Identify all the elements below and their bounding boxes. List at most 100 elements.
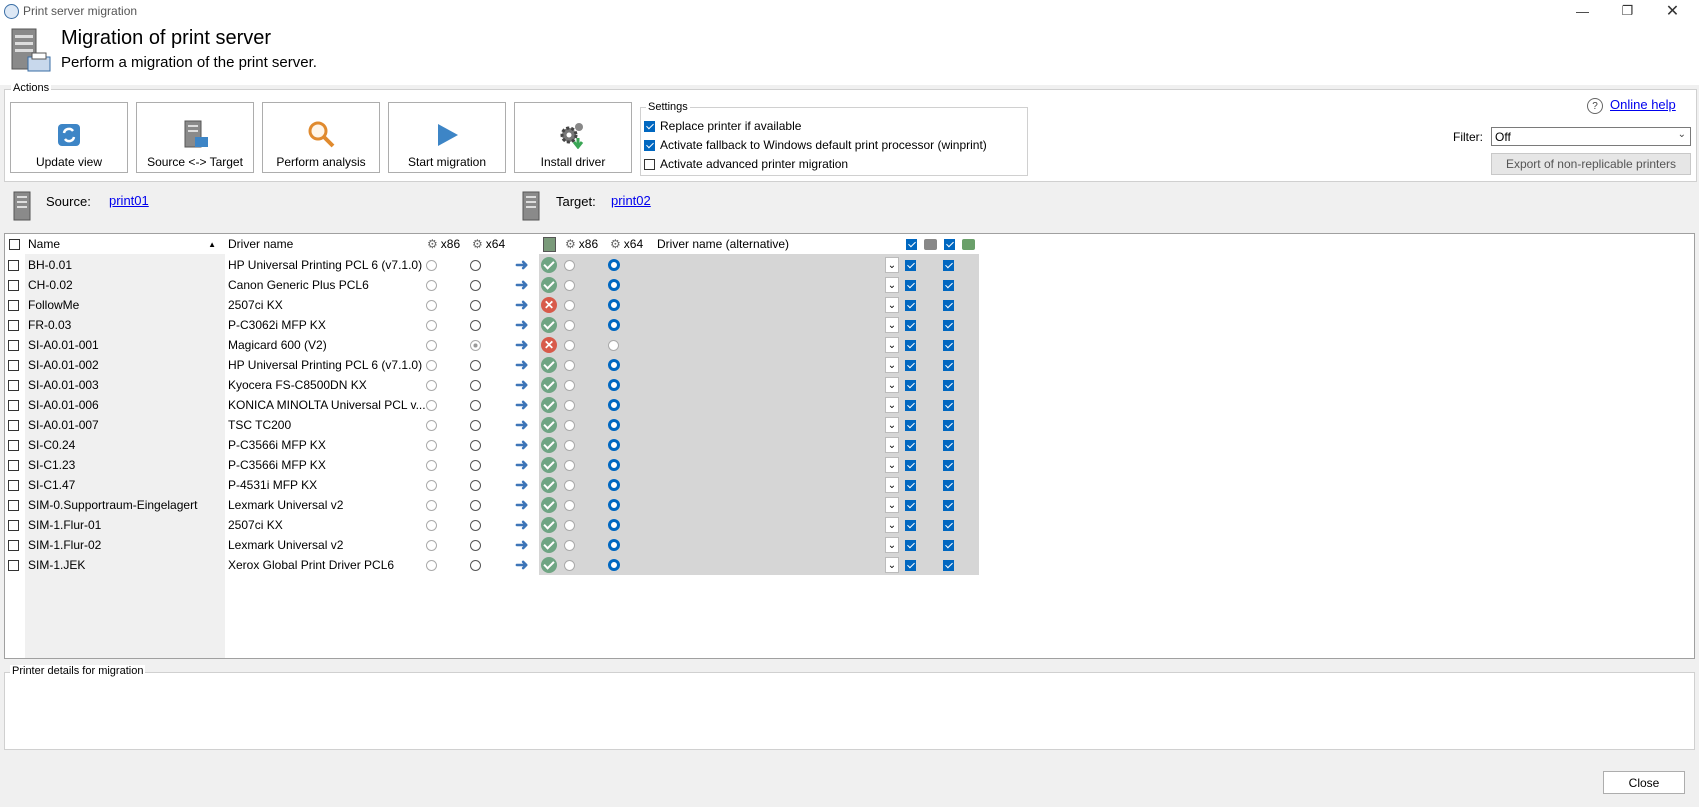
x86-radio[interactable]: [426, 399, 437, 411]
target-x86-radio[interactable]: [564, 539, 575, 551]
target-x64-radio[interactable]: [608, 359, 620, 371]
table-row[interactable]: SIM-0.Supportraum-Eingelagert Lexmark Uni…: [5, 495, 980, 515]
row-select-cell[interactable]: [8, 435, 19, 455]
alt-driver-dropdown[interactable]: ⌄: [885, 537, 899, 553]
target-x64-radio-cell[interactable]: [608, 535, 620, 555]
alt-driver-dropdown[interactable]: ⌄: [885, 297, 899, 313]
option-b-checkbox[interactable]: [943, 519, 954, 531]
replace-printer-option[interactable]: Replace printer if available: [644, 119, 801, 133]
row-select-cell[interactable]: [8, 315, 19, 335]
target-x64-radio[interactable]: [608, 319, 620, 331]
column-header-alt-driver[interactable]: Driver name (alternative): [657, 236, 789, 252]
x86-radio[interactable]: [426, 479, 437, 491]
option-b-cell[interactable]: [943, 315, 954, 335]
option-a-cell[interactable]: [905, 515, 916, 535]
target-x64-radio[interactable]: [608, 459, 620, 471]
x64-radio-cell[interactable]: [470, 335, 481, 355]
alt-driver-dropdown[interactable]: ⌄: [885, 477, 899, 493]
alt-driver-dropdown[interactable]: ⌄: [885, 277, 899, 293]
row-select-cell[interactable]: [8, 515, 19, 535]
source-server-link[interactable]: print01: [109, 193, 149, 208]
option-a-cell[interactable]: [905, 475, 916, 495]
target-x86-radio-cell[interactable]: [564, 395, 575, 415]
fallback-checkbox[interactable]: [644, 139, 655, 151]
row-checkbox[interactable]: [8, 399, 19, 411]
x64-radio-cell[interactable]: [470, 435, 481, 455]
option-a-cell[interactable]: [905, 395, 916, 415]
x86-radio-cell[interactable]: [426, 355, 437, 375]
option-a-checkbox[interactable]: [905, 299, 916, 311]
table-row[interactable]: SI-A0.01-002 HP Universal Printing PCL 6 …: [5, 355, 980, 375]
target-x86-radio[interactable]: [564, 259, 575, 271]
row-select-cell[interactable]: [8, 275, 19, 295]
alt-driver-dropdown[interactable]: ⌄: [885, 437, 899, 453]
target-x64-radio-cell[interactable]: [608, 375, 620, 395]
x86-radio-cell[interactable]: [426, 375, 437, 395]
target-x86-radio[interactable]: [564, 419, 575, 431]
x86-radio[interactable]: [426, 559, 437, 571]
option-a-cell[interactable]: [905, 275, 916, 295]
row-select-cell[interactable]: [8, 535, 19, 555]
option-b-checkbox[interactable]: [943, 399, 954, 411]
row-checkbox[interactable]: [8, 339, 19, 351]
target-x64-radio-cell[interactable]: [608, 395, 620, 415]
target-x64-radio[interactable]: [608, 499, 620, 511]
option-b-checkbox[interactable]: [943, 459, 954, 471]
target-x86-radio-cell[interactable]: [564, 495, 575, 515]
option-a-cell[interactable]: [905, 535, 916, 555]
target-x64-radio[interactable]: [608, 399, 620, 411]
target-x64-radio-cell[interactable]: [608, 255, 620, 275]
row-select-cell[interactable]: [8, 255, 19, 275]
x64-radio[interactable]: [470, 379, 481, 391]
x64-radio-cell[interactable]: [470, 455, 481, 475]
x86-radio[interactable]: [426, 259, 437, 271]
x86-radio-cell[interactable]: [426, 415, 437, 435]
alt-driver-dropdown[interactable]: ⌄: [885, 257, 899, 273]
option-b-cell[interactable]: [943, 335, 954, 355]
table-row[interactable]: SI-A0.01-007 TSC TC200 ➜ ⌄: [5, 415, 980, 435]
row-select-cell[interactable]: [8, 555, 19, 575]
target-x86-radio[interactable]: [564, 359, 575, 371]
option-a-checkbox[interactable]: [905, 399, 916, 411]
row-checkbox[interactable]: [8, 499, 19, 511]
column-header-target-x64[interactable]: ⚙ x64: [610, 236, 643, 252]
option-b-cell[interactable]: [943, 515, 954, 535]
target-x86-radio-cell[interactable]: [564, 555, 575, 575]
x86-radio-cell[interactable]: [426, 455, 437, 475]
column-header-status[interactable]: [543, 236, 556, 252]
target-x86-radio-cell[interactable]: [564, 375, 575, 395]
x64-radio-cell[interactable]: [470, 255, 481, 275]
target-x86-radio-cell[interactable]: [564, 295, 575, 315]
option-b-checkbox[interactable]: [943, 279, 954, 291]
x86-radio-cell[interactable]: [426, 395, 437, 415]
option-b-cell[interactable]: [943, 455, 954, 475]
x64-radio-cell[interactable]: [470, 395, 481, 415]
target-x86-radio[interactable]: [564, 279, 575, 291]
option-a-checkbox[interactable]: [905, 539, 916, 551]
target-x86-radio[interactable]: [564, 339, 575, 351]
alt-driver-dropdown[interactable]: ⌄: [885, 517, 899, 533]
row-select-cell[interactable]: [8, 415, 19, 435]
option-a-checkbox[interactable]: [905, 519, 916, 531]
option-a-checkbox[interactable]: [905, 459, 916, 471]
row-checkbox[interactable]: [8, 519, 19, 531]
option-b-cell[interactable]: [943, 435, 954, 455]
install-driver-button[interactable]: Install driver: [514, 102, 632, 173]
option-b-checkbox[interactable]: [943, 539, 954, 551]
target-x64-radio-cell[interactable]: [608, 515, 620, 535]
option-b-checkbox[interactable]: [943, 439, 954, 451]
x86-radio[interactable]: [426, 459, 437, 471]
alt-driver-dropdown[interactable]: ⌄: [885, 497, 899, 513]
option-a-checkbox[interactable]: [905, 319, 916, 331]
option-b-checkbox[interactable]: [943, 259, 954, 271]
table-row[interactable]: SI-A0.01-006 KONICA MINOLTA Universal PCL…: [5, 395, 980, 415]
target-x64-radio[interactable]: [608, 259, 620, 271]
help-icon[interactable]: ?: [1587, 98, 1603, 114]
online-help-link[interactable]: Online help: [1610, 97, 1676, 112]
restore-icon[interactable]: ❐: [1605, 0, 1650, 22]
option-b-cell[interactable]: [943, 355, 954, 375]
row-checkbox[interactable]: [8, 379, 19, 391]
target-x86-radio-cell[interactable]: [564, 415, 575, 435]
target-x86-radio[interactable]: [564, 479, 575, 491]
row-checkbox[interactable]: [8, 319, 19, 331]
